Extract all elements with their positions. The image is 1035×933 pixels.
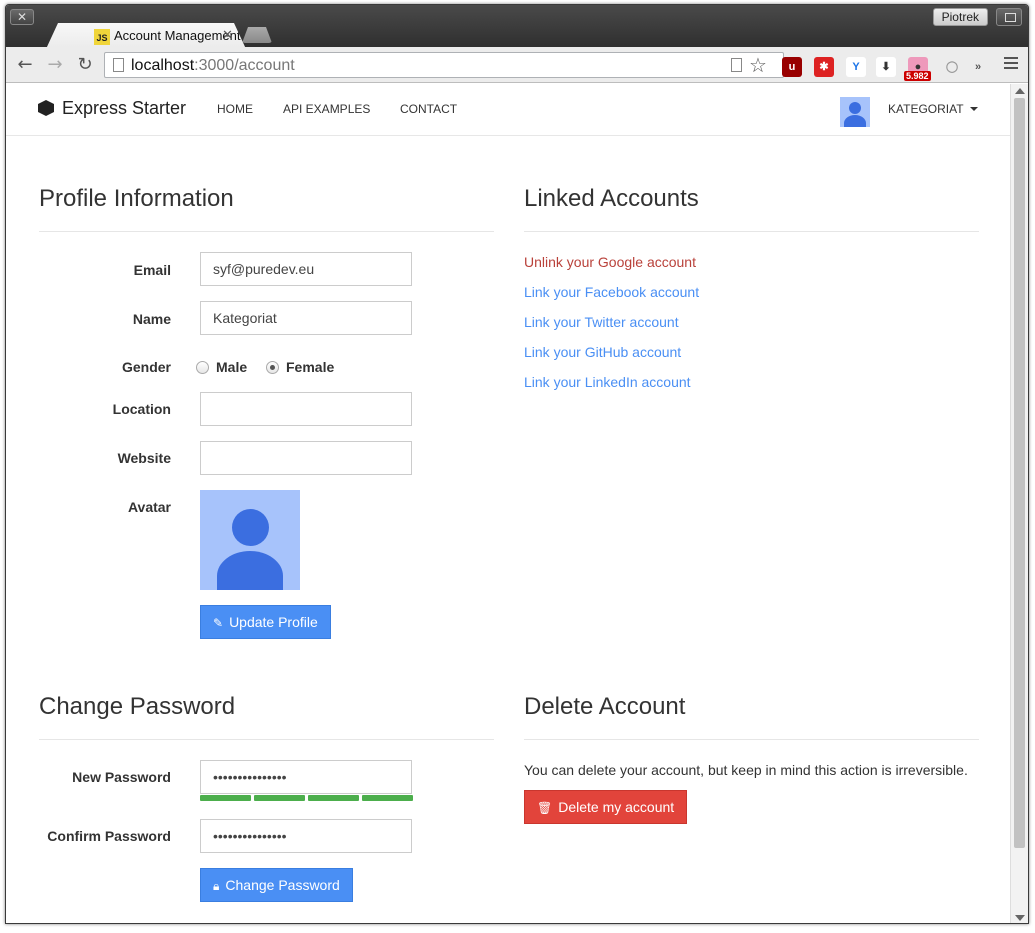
name-label: Name	[132, 311, 171, 327]
scroll-down-icon[interactable]	[1015, 915, 1025, 921]
lock-icon: 🔒︎	[213, 879, 220, 893]
profile-badge[interactable]: Piotrek	[932, 8, 988, 26]
unlink-google-link[interactable]: Unlink your Google account	[524, 254, 696, 270]
js-favicon-icon: JS	[94, 29, 110, 45]
user-dropdown[interactable]: KATEGORIAT	[888, 102, 978, 116]
profile-divider	[39, 231, 494, 232]
nav-api-examples[interactable]: API EXAMPLES	[283, 102, 370, 116]
name-field[interactable]: Kategoriat	[200, 301, 412, 335]
link-linkedin-link[interactable]: Link your LinkedIn account	[524, 374, 691, 390]
strength-meter-segment	[200, 795, 251, 801]
profile-title: Profile Information	[39, 185, 234, 212]
strength-meter-segment	[254, 795, 305, 801]
confirm-password-label: Confirm Password	[47, 828, 171, 844]
vertical-scrollbar[interactable]	[1010, 84, 1028, 923]
site-navbar: Express Starter HOME API EXAMPLES CONTAC…	[6, 84, 1010, 136]
circle-extension-icon[interactable]: ◯	[942, 57, 962, 77]
website-field[interactable]	[200, 441, 412, 475]
gender-female-radio[interactable]	[266, 361, 279, 374]
gender-male-label: Male	[216, 359, 248, 375]
address-bar[interactable]: localhost:3000/account ☆	[104, 52, 784, 78]
avatar-label: Avatar	[127, 499, 171, 515]
new-password-field[interactable]: •••••••••••••••	[200, 760, 412, 794]
email-label: Email	[133, 262, 171, 278]
link-twitter-link[interactable]: Link your Twitter account	[524, 314, 679, 330]
scroll-up-icon[interactable]	[1015, 88, 1025, 94]
reload-icon[interactable]: ↻	[74, 54, 96, 76]
email-field[interactable]: syf@puredev.eu	[200, 252, 412, 286]
change-password-title: Change Password	[39, 693, 236, 720]
strength-meter-segment	[362, 795, 413, 801]
new-password-label: New Password	[72, 769, 171, 785]
confirm-password-field[interactable]: •••••••••••••••	[200, 819, 412, 853]
bookmark-star-icon[interactable]: ☆	[749, 53, 767, 78]
link-github-link[interactable]: Link your GitHub account	[524, 344, 681, 360]
window-maximize-button[interactable]	[996, 8, 1022, 26]
trash-icon: 🗑︎	[537, 801, 553, 815]
page-action-icon[interactable]	[731, 58, 742, 72]
delete-account-title: Delete Account	[524, 693, 686, 720]
overflow-chevron-icon[interactable]: »	[968, 57, 988, 77]
browser-window: ✕ JS Account Management ✕ Piotrek ← → ↻ …	[5, 4, 1029, 924]
nav-home[interactable]: HOME	[217, 102, 253, 116]
back-arrow-icon[interactable]: ←	[14, 54, 36, 76]
location-label: Location	[112, 401, 171, 417]
gender-male-radio[interactable]	[196, 361, 209, 374]
title-bar: ✕ JS Account Management ✕ Piotrek	[6, 5, 1028, 49]
nav-contact[interactable]: CONTACT	[400, 102, 457, 116]
lastpass-icon[interactable]: ✱	[814, 57, 834, 77]
gender-female-label: Female	[286, 359, 335, 375]
password-divider	[39, 739, 494, 740]
user-avatar[interactable]	[840, 97, 870, 127]
strength-meter-segment	[308, 795, 359, 801]
cube-icon	[38, 100, 54, 116]
url-text: localhost:3000/account	[131, 57, 295, 74]
location-field[interactable]	[200, 392, 412, 426]
page-viewport: Express Starter HOME API EXAMPLES CONTAC…	[6, 84, 1010, 923]
delete-warning-text: You can delete your account, but keep in…	[524, 762, 968, 778]
website-label: Website	[117, 450, 171, 466]
browser-toolbar: ← → ↻ localhost:3000/account ☆ u ✱ Y ⬇ ●…	[6, 47, 1028, 83]
ublock-icon[interactable]: u	[782, 57, 802, 77]
delete-account-button[interactable]: 🗑︎ Delete my account	[524, 790, 688, 824]
browser-menu-icon[interactable]	[1004, 57, 1018, 69]
download-icon[interactable]: ⬇	[876, 57, 896, 77]
update-profile-button[interactable]: ✎ Update Profile	[200, 605, 331, 639]
scroll-thumb[interactable]	[1014, 98, 1025, 848]
pencil-icon: ✎	[213, 616, 224, 630]
linked-divider	[524, 231, 979, 232]
linked-accounts-title: Linked Accounts	[524, 185, 699, 212]
browser-tab[interactable]: JS Account Management ✕	[46, 23, 246, 49]
extension-count-badge: 5.982	[904, 71, 931, 81]
shield-extension-icon[interactable]: Y	[846, 57, 866, 77]
profile-avatar-image	[200, 490, 300, 590]
link-facebook-link[interactable]: Link your Facebook account	[524, 284, 699, 300]
gender-label: Gender	[121, 359, 171, 375]
page-icon	[113, 58, 124, 72]
change-password-button[interactable]: 🔒︎ Change Password	[200, 868, 353, 902]
brand-link[interactable]: Express Starter	[38, 98, 186, 119]
caret-down-icon	[969, 107, 978, 111]
delete-divider	[524, 739, 979, 740]
tab-close-icon[interactable]: ✕	[222, 27, 233, 43]
forward-arrow-icon[interactable]: →	[44, 54, 66, 76]
new-tab-button[interactable]	[242, 27, 272, 43]
window-close-button[interactable]: ✕	[10, 9, 34, 25]
